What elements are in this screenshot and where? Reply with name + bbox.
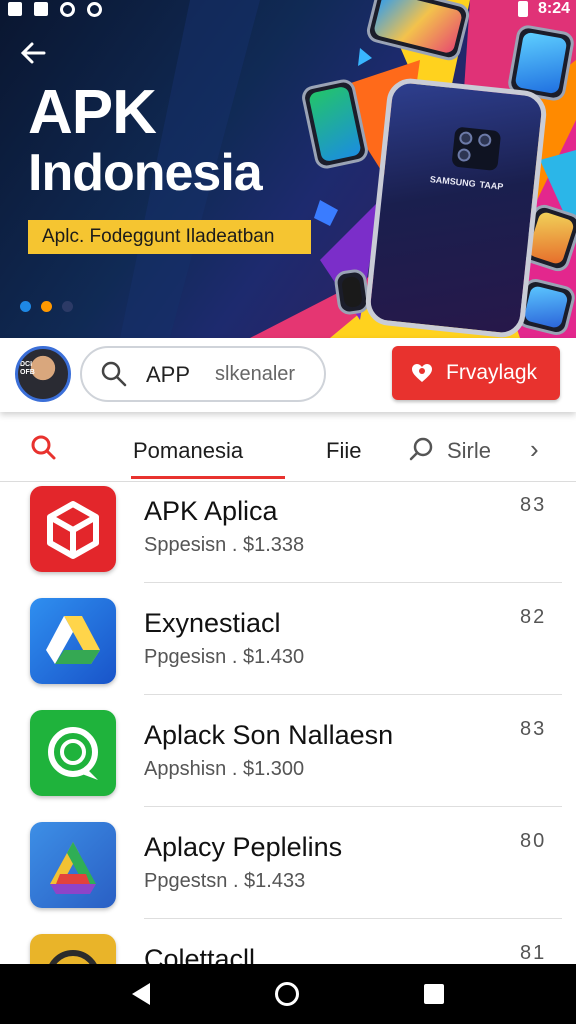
status-notifications — [8, 1, 102, 17]
active-tab-indicator — [131, 476, 285, 479]
app-subtitle: Ppgestsn . $1.433 — [144, 870, 306, 892]
search-hint: slkenaler — [215, 363, 296, 385]
battery-icon — [517, 1, 528, 17]
avatar-badge: DCI OFB — [20, 361, 35, 376]
list-item[interactable]: Aplacy Peplelins Ppgestsn . $1.433 80 — [0, 818, 576, 930]
app-subtitle: Ppgesisn . $1.430 — [144, 646, 305, 668]
status-bar: 8:24 — [0, 0, 576, 18]
search-input[interactable]: APP slkenaler — [80, 346, 326, 402]
favorite-button-label: Frvaylagk — [446, 361, 538, 384]
tab-fiie[interactable]: Fiie — [326, 438, 361, 464]
tab-sirle[interactable]: Sirle — [447, 438, 491, 464]
search-row: DCI OFB APP slkenaler Frvaylagk — [0, 338, 576, 412]
app-name: APK Aplica — [144, 496, 278, 526]
category-tabs: Pomanesia Fiie Sirle › — [0, 420, 576, 482]
notification-icon — [8, 2, 22, 16]
app-count: 82 — [520, 606, 547, 628]
back-arrow-icon[interactable] — [18, 38, 48, 68]
status-time: 8:24 — [537, 0, 570, 17]
camera-icon — [451, 126, 502, 172]
app-count: 83 — [520, 494, 547, 516]
home-icon[interactable] — [274, 982, 299, 1006]
carousel-dot-active[interactable] — [20, 301, 31, 312]
app-subtitle: Sppesisn . $1.338 — [144, 534, 305, 556]
hero-title-line2: Indonesia — [28, 144, 263, 202]
navigation-bar — [0, 964, 576, 1024]
phone-brand-left: SAMSUNG — [429, 174, 477, 189]
divider — [144, 582, 562, 583]
phone-illustration — [333, 267, 371, 317]
avatar[interactable]: DCI OFB — [15, 346, 71, 402]
red-cube-icon — [30, 486, 116, 572]
hero-title: APK Indonesia — [28, 82, 348, 203]
app-count: 80 — [520, 830, 547, 852]
app-list: APK Aplica Sppesisn . $1.338 83 Exynesti… — [0, 482, 576, 964]
list-item[interactable]: Exynestiacl Ppgesisn . $1.430 82 — [0, 594, 576, 706]
divider — [144, 806, 562, 807]
tab-pomanesia[interactable]: Pomanesia — [133, 438, 243, 464]
back-icon[interactable] — [132, 983, 151, 1005]
search-icon[interactable] — [30, 434, 58, 462]
chevron-right-icon[interactable]: › — [530, 434, 539, 465]
settings-icon — [87, 1, 102, 17]
hero-banner[interactable]: 8:24 APK Indonesia Aplc. Fodeggunt Ilade… — [0, 0, 576, 338]
green-chat-icon — [30, 710, 116, 796]
app-name: Aplack Son Nallaesn — [144, 720, 394, 750]
image-icon — [34, 2, 48, 16]
list-item[interactable]: Aplack Son Nallaesn Appshisn . $1.300 83 — [0, 706, 576, 818]
find-icon[interactable] — [408, 436, 434, 462]
blue-drive-icon — [30, 598, 116, 684]
app-subtitle: Appshisn . $1.300 — [144, 758, 305, 780]
yellow-circle-icon — [30, 934, 116, 964]
search-icon — [100, 360, 128, 388]
app-count: 81 — [520, 942, 547, 964]
list-item[interactable]: APK Aplica Sppesisn . $1.338 83 — [0, 482, 576, 594]
phone-brand-right: TAAP — [479, 179, 504, 192]
list-item[interactable]: Colettacll 81 — [0, 930, 576, 964]
favorite-button[interactable]: Frvaylagk — [392, 346, 560, 400]
app-name: Colettacll — [144, 944, 256, 964]
divider — [144, 918, 562, 919]
carousel-dots[interactable] — [20, 301, 73, 312]
carousel-dot[interactable] — [41, 301, 52, 312]
heart-icon — [410, 361, 434, 385]
status-system: 8:24 — [517, 0, 570, 18]
search-label: APP — [146, 362, 191, 387]
carousel-dot[interactable] — [62, 301, 73, 312]
circle-icon — [60, 1, 75, 17]
app-name: Aplacy Peplelins — [144, 832, 343, 862]
app-count: 83 — [520, 718, 547, 740]
hero-tagline: Aplc. Fodeggunt Iladeatban — [28, 220, 311, 254]
main-phone-illustration: SAMSUNG TAAP — [363, 76, 549, 338]
app-name: Exynestiacl — [144, 608, 281, 638]
hero-title-line1: APK — [28, 78, 157, 147]
divider — [144, 694, 562, 695]
recent-apps-icon[interactable] — [423, 984, 444, 1004]
gradient-drive-icon — [30, 822, 116, 908]
